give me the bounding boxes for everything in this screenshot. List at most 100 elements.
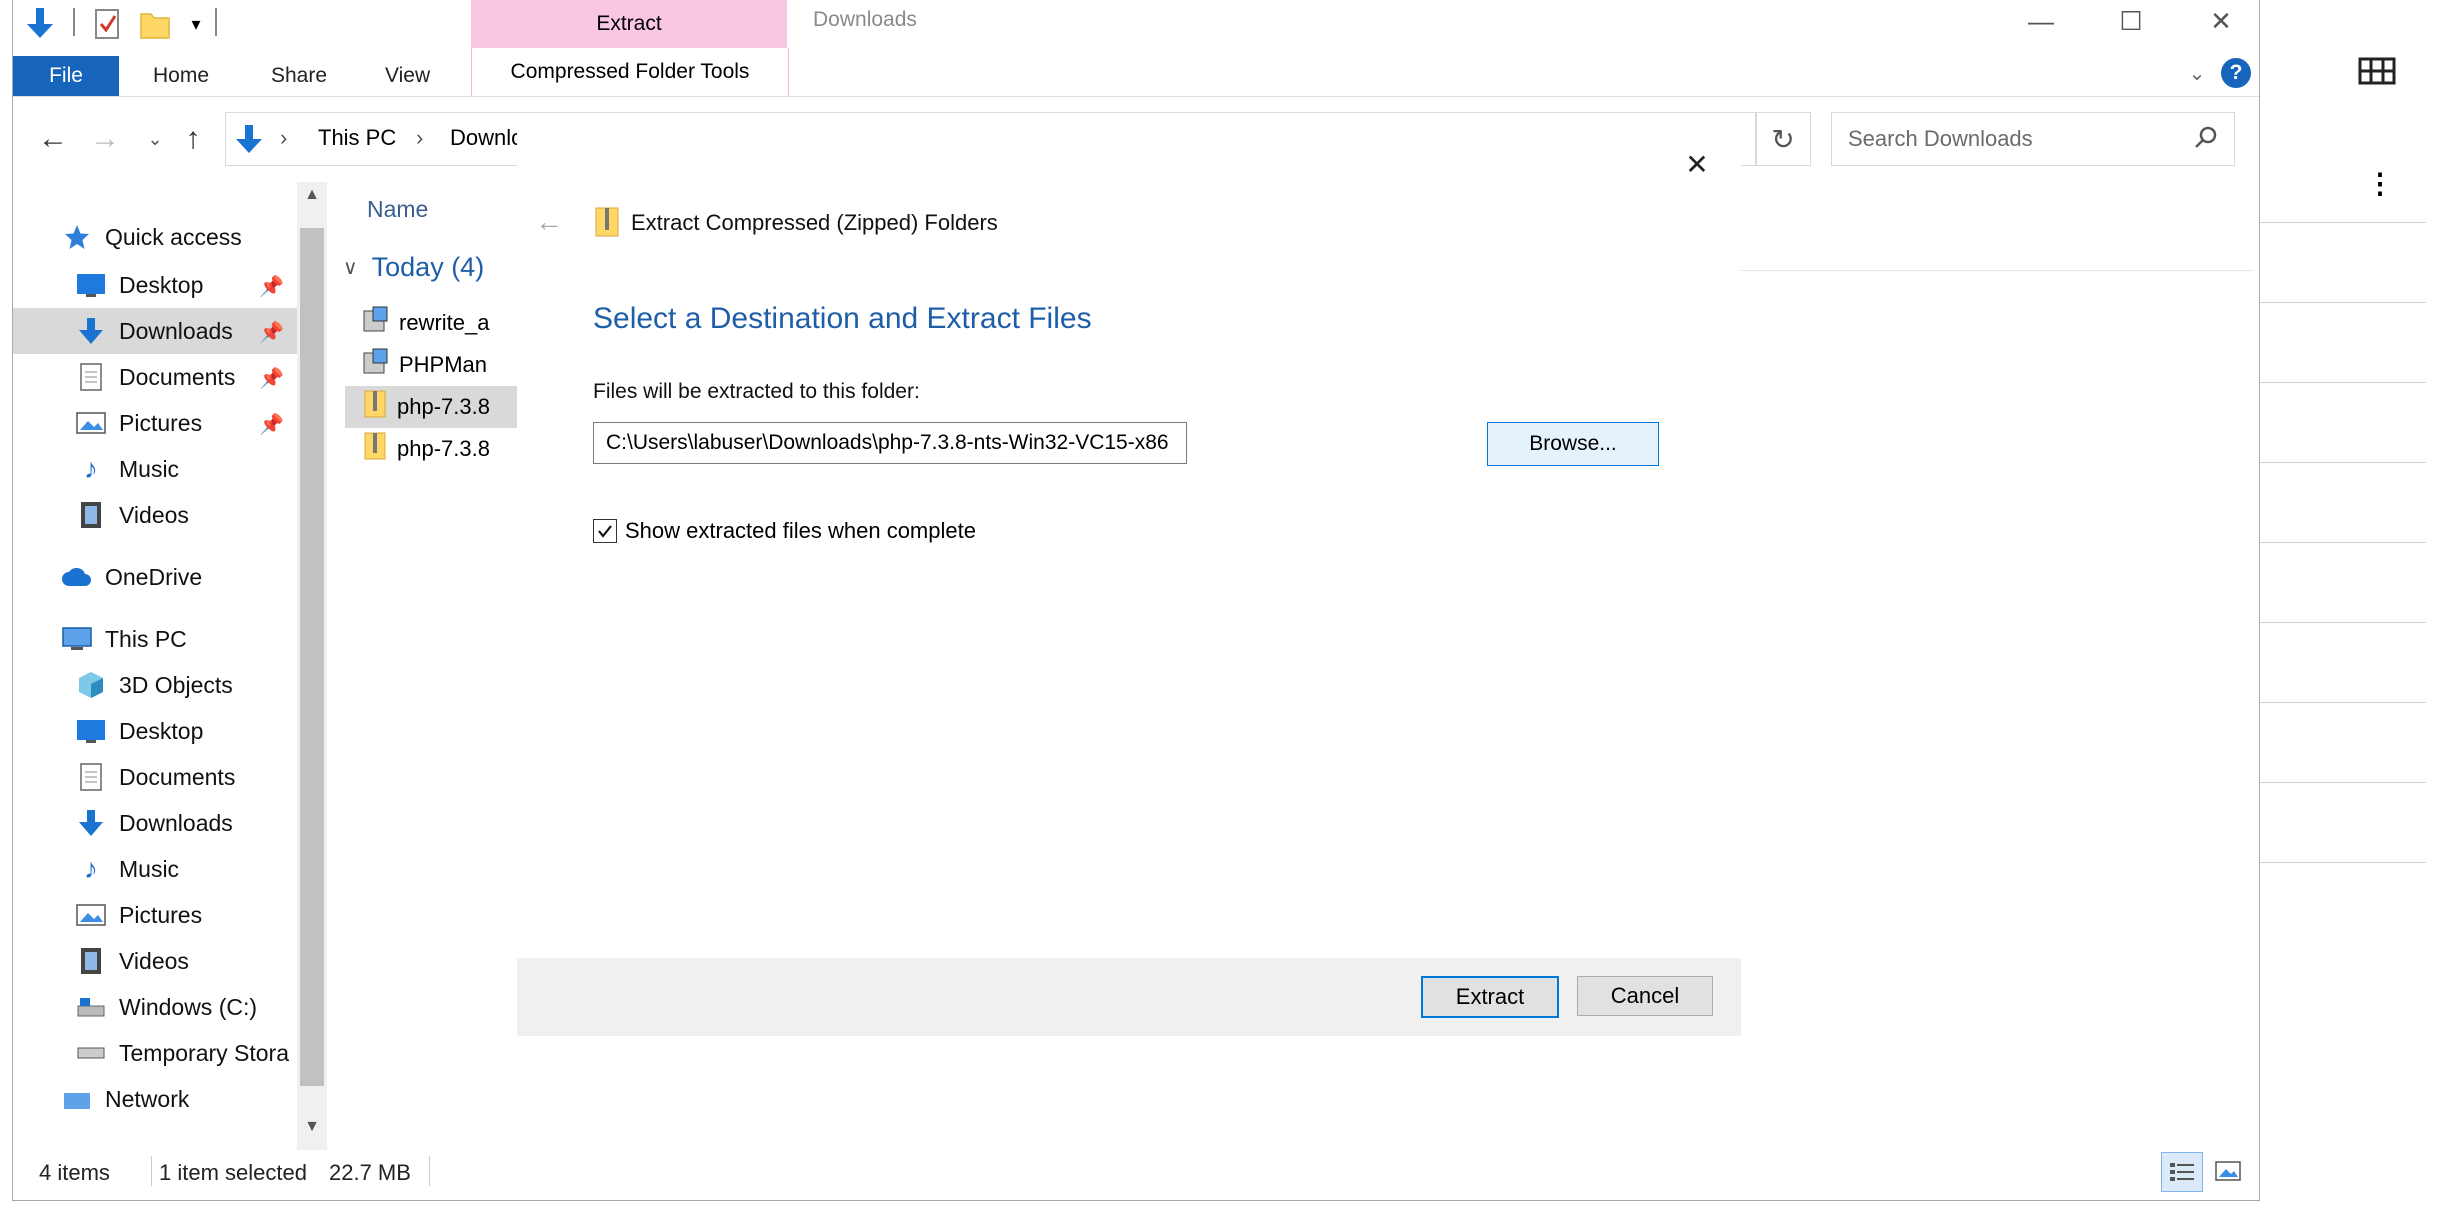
context-tab-extract[interactable]: Extract [471,0,787,48]
videos-icon [75,945,107,977]
close-icon: ✕ [2210,5,2232,36]
minimize-button[interactable]: — [2011,0,2071,42]
nav-label: Documents [119,363,236,390]
search-icon[interactable] [2194,125,2218,154]
nav-this-pc[interactable]: This PC [61,616,187,662]
file-row[interactable]: rewrite_a [361,302,489,344]
computer-icon [61,623,93,655]
nav-item-music[interactable]: ♪ Music [75,446,179,492]
chevron-down-icon: ∨ [343,257,358,279]
nav-item-temporary-storage[interactable]: Temporary Stora [75,1030,289,1076]
file-row[interactable]: php-7.3.8 [361,428,490,470]
3d-objects-icon [75,669,107,701]
nav-item-documents[interactable]: Documents [75,354,235,400]
pin-icon[interactable]: 📌 [259,320,284,345]
nav-quick-access[interactable]: Quick access [61,214,242,260]
back-icon[interactable]: ← [33,118,73,160]
new-folder-icon[interactable] [139,6,171,42]
close-button[interactable]: ✕ [2191,0,2251,42]
nav-label: Documents [119,763,236,790]
show-files-checkbox[interactable] [593,519,617,543]
properties-icon[interactable] [93,6,123,42]
cancel-button[interactable]: Cancel [1577,976,1713,1016]
details-view-icon[interactable] [2161,1152,2203,1192]
nav-item-windows-c[interactable]: Windows (C:) [75,984,257,1030]
nav-item-music-pc[interactable]: ♪ Music [75,846,179,892]
search-placeholder: Search Downloads [1848,126,2033,151]
show-files-checkbox-row[interactable]: Show extracted files when complete [593,518,976,544]
nav-label: Quick access [105,223,242,250]
dialog-close-icon[interactable]: ✕ [1679,146,1715,182]
destination-path-input[interactable]: C:\Users\labuser\Downloads\php-7.3.8-nts… [593,422,1187,464]
documents-icon [75,361,107,393]
group-header-today[interactable]: ∨ Today (4) [343,252,484,283]
grid-icon[interactable] [2358,56,2398,86]
customize-toolbar-icon[interactable]: ▾ [185,6,207,42]
nav-item-videos-pc[interactable]: Videos [75,938,189,984]
file-name: rewrite_a [399,310,490,335]
column-header-name[interactable]: Name [367,196,428,223]
forward-icon[interactable]: → [85,118,125,160]
dialog-back-icon[interactable]: ← [531,204,567,240]
nav-label: Network [105,1086,190,1112]
nav-onedrive[interactable]: OneDrive [61,554,202,600]
music-icon: ♪ [84,453,98,484]
nav-item-documents-pc[interactable]: Documents [75,754,235,800]
nav-item-downloads[interactable]: Downloads [75,308,233,354]
nav-label: Videos [119,947,189,974]
file-row[interactable]: PHPMan [361,344,487,386]
status-bar: 4 items 1 item selected 22.7 MB [13,1148,2259,1200]
nav-item-videos[interactable]: Videos [75,492,189,538]
pin-icon[interactable]: 📌 [259,366,284,391]
nav-item-pictures-pc[interactable]: Pictures [75,892,202,938]
tab-view[interactable]: View [385,56,430,96]
pictures-icon [75,899,107,931]
pin-icon[interactable]: 📌 [259,274,284,299]
extract-button[interactable]: Extract [1421,976,1559,1018]
file-row-selected[interactable]: php-7.3.8 [361,386,490,428]
refresh-button[interactable]: ↻ [1755,112,1811,166]
nav-item-desktop[interactable]: Desktop [75,262,203,308]
scroll-down-icon[interactable]: ▼ [301,1118,323,1148]
file-list: Name ∨ Today (4) rewrite_a PHPMan php-7.… [333,182,521,1150]
maximize-button[interactable]: ☐ [2101,0,2161,42]
tab-share[interactable]: Share [271,56,327,96]
more-options-icon[interactable]: ⋮ [2366,166,2394,202]
tab-compressed-folder-tools[interactable]: Compressed Folder Tools [471,48,789,96]
documents-icon [75,761,107,793]
up-icon[interactable]: ↑ [173,118,213,160]
nav-label: Pictures [119,901,203,928]
nav-item-downloads-pc[interactable]: Downloads [75,800,233,846]
recent-locations-icon[interactable]: ⌄ [135,118,175,160]
nav-label: This PC [105,625,187,652]
nav-item-3d-objects[interactable]: 3D Objects [75,662,233,708]
scroll-up-icon[interactable]: ▲ [301,186,323,216]
cloud-icon [61,561,93,593]
nav-item-pictures[interactable]: Pictures [75,400,202,446]
download-arrow-icon[interactable] [25,6,55,42]
nav-scrollbar-thumb[interactable] [300,228,324,1086]
maximize-icon: ☐ [2119,5,2143,36]
tab-home[interactable]: Home [153,56,209,96]
music-icon: ♪ [84,853,98,884]
collapse-ribbon-icon[interactable]: ⌄ [2183,58,2211,88]
breadcrumb-this-pc[interactable]: This PC [318,125,396,151]
installer-icon [361,347,391,383]
nav-item-desktop-pc[interactable]: Desktop [75,708,203,754]
nav-label: Music [119,455,180,482]
nav-label: Desktop [119,717,204,744]
breadcrumb-downloads[interactable]: Downlo [450,125,523,151]
search-box[interactable]: Search Downloads [1831,112,2235,166]
nav-network[interactable]: Network [61,1086,189,1114]
tab-file[interactable]: File [13,56,119,96]
zip-folder-icon [593,206,623,240]
browse-button[interactable]: Browse... [1487,422,1659,466]
destination-label: Files will be extracted to this folder: [593,380,920,403]
large-icons-view-icon[interactable] [2209,1152,2247,1190]
dialog-heading: Select a Destination and Extract Files [593,302,1092,335]
zip-folder-icon [361,389,389,425]
desktop-icon [75,269,107,301]
help-icon[interactable]: ? [2221,58,2251,88]
nav-label: Pictures [119,409,203,436]
pin-icon[interactable]: 📌 [259,412,284,437]
